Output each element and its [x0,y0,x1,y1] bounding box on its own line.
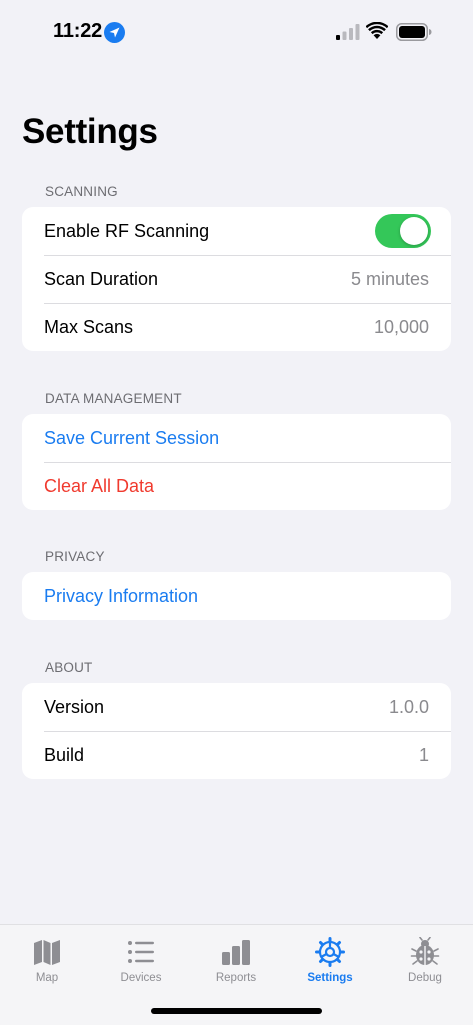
scan-duration-row[interactable]: Scan Duration 5 minutes [22,255,451,303]
section-header-about: ABOUT [45,660,93,675]
map-icon [34,940,60,965]
clear-all-data-label: Clear All Data [44,475,155,496]
wifi-icon [366,22,388,39]
scan-duration-label: Scan Duration [44,268,159,289]
tab-devices[interactable]: Devices [101,937,181,984]
data-management-group: Save Current Session Clear All Data [22,414,451,510]
privacy-information-button[interactable]: Privacy Information [22,572,451,620]
about-group: Version 1.0.0 Build 1 [22,683,451,779]
tab-reports-label: Reports [215,972,257,984]
max-scans-row[interactable]: Max Scans 10,000 [22,303,451,351]
scanning-group: Enable RF Scanning Scan Duration 5 minut… [22,207,451,351]
version-label: Version [44,696,105,717]
page-title: Settings [22,112,158,151]
section-header-data-management: DATA MANAGEMENT [45,391,182,406]
ladybug-icon [410,937,440,965]
status-time: 11:22 [53,20,103,42]
build-label: Build [44,744,85,765]
home-indicator [151,1008,322,1014]
status-bar: 11:22 [0,0,473,64]
location-arrow-icon [104,22,125,43]
section-header-scanning: SCANNING [45,184,118,199]
privacy-group: Privacy Information [22,572,451,620]
tab-map-label: Map [35,972,59,984]
section-header-privacy: PRIVACY [45,549,105,564]
tab-settings[interactable]: Settings [290,937,370,984]
tab-settings-label: Settings [307,972,353,984]
list-icon [128,941,154,963]
version-row: Version 1.0.0 [22,683,451,731]
max-scans-label: Max Scans [44,316,134,337]
cellular-signal-icon [336,24,360,40]
enable-rf-scanning-label: Enable RF Scanning [44,220,210,241]
enable-rf-scanning-row: Enable RF Scanning [22,207,451,255]
clear-all-data-button[interactable]: Clear All Data [22,462,451,510]
toggle-knob [400,217,428,245]
gear-icon [315,937,345,967]
save-current-session-label: Save Current Session [44,427,220,448]
max-scans-value: 10,000 [373,316,429,337]
save-current-session-button[interactable]: Save Current Session [22,414,451,462]
tab-devices-label: Devices [120,972,162,984]
build-row: Build 1 [22,731,451,779]
tab-reports[interactable]: Reports [196,937,276,984]
tab-debug[interactable]: Debug [385,937,465,984]
tab-debug-label: Debug [408,972,442,984]
enable-rf-scanning-toggle[interactable] [375,214,431,248]
version-value: 1.0.0 [388,696,429,717]
battery-icon [396,23,432,41]
scan-duration-value: 5 minutes [350,268,429,289]
build-value: 1 [418,744,429,765]
bar-chart-icon [222,940,250,965]
privacy-information-label: Privacy Information [44,585,199,606]
tab-map[interactable]: Map [7,937,87,984]
